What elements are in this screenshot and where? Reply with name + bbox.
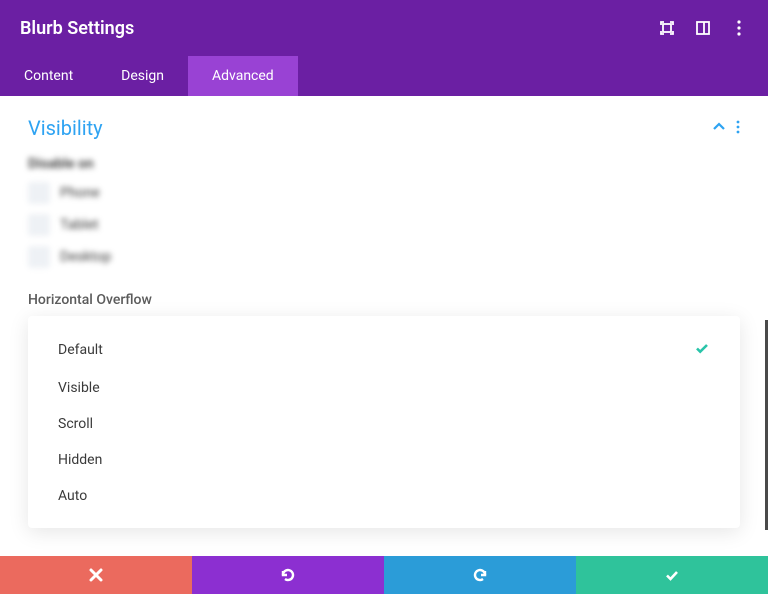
tab-content[interactable]: Content: [0, 56, 97, 96]
disable-desktop-label: Desktop: [60, 249, 111, 265]
option-scroll-label: Scroll: [58, 416, 93, 432]
disable-tablet-label: Tablet: [60, 217, 98, 233]
settings-header: Blurb Settings: [0, 0, 768, 56]
redo-button[interactable]: [384, 556, 576, 594]
check-icon: [694, 340, 710, 360]
cancel-button[interactable]: [0, 556, 192, 594]
tab-design[interactable]: Design: [97, 56, 188, 96]
checkbox-icon[interactable]: [28, 214, 50, 236]
section-more-icon[interactable]: [736, 119, 740, 138]
disable-phone-row[interactable]: Phone: [28, 182, 740, 204]
content-area: Visibility Disable on Phone Tablet Deskt…: [0, 96, 768, 556]
checkbox-icon[interactable]: [28, 182, 50, 204]
save-button[interactable]: [576, 556, 768, 594]
option-visible-label: Visible: [58, 380, 100, 396]
option-default-label: Default: [58, 342, 103, 358]
section-controls: [712, 119, 740, 138]
footer-actions: [0, 556, 768, 594]
tab-bar: Content Design Advanced: [0, 56, 768, 96]
section-title[interactable]: Visibility: [28, 116, 103, 140]
expand-icon[interactable]: [658, 19, 676, 37]
disable-phone-label: Phone: [60, 185, 100, 201]
chevron-up-icon[interactable]: [712, 119, 726, 138]
disable-on-group: Disable on Phone Tablet Desktop: [28, 156, 740, 268]
option-visible[interactable]: Visible: [28, 370, 740, 406]
panel-icon[interactable]: [694, 19, 712, 37]
horizontal-overflow-label: Horizontal Overflow: [28, 292, 740, 308]
overflow-dropdown: Default Visible Scroll Hidden Auto: [28, 316, 740, 528]
header-icons: [658, 19, 748, 37]
option-scroll[interactable]: Scroll: [28, 406, 740, 442]
more-vert-icon[interactable]: [730, 19, 748, 37]
option-hidden[interactable]: Hidden: [28, 442, 740, 478]
tab-advanced[interactable]: Advanced: [188, 56, 298, 96]
undo-button[interactable]: [192, 556, 384, 594]
checkbox-icon[interactable]: [28, 246, 50, 268]
option-auto[interactable]: Auto: [28, 478, 740, 514]
disable-tablet-row[interactable]: Tablet: [28, 214, 740, 236]
option-default[interactable]: Default: [28, 330, 740, 370]
disable-desktop-row[interactable]: Desktop: [28, 246, 740, 268]
option-auto-label: Auto: [58, 488, 87, 504]
header-title: Blurb Settings: [20, 18, 134, 39]
disable-on-label: Disable on: [28, 156, 740, 172]
option-hidden-label: Hidden: [58, 452, 102, 468]
section-header: Visibility: [28, 116, 740, 140]
